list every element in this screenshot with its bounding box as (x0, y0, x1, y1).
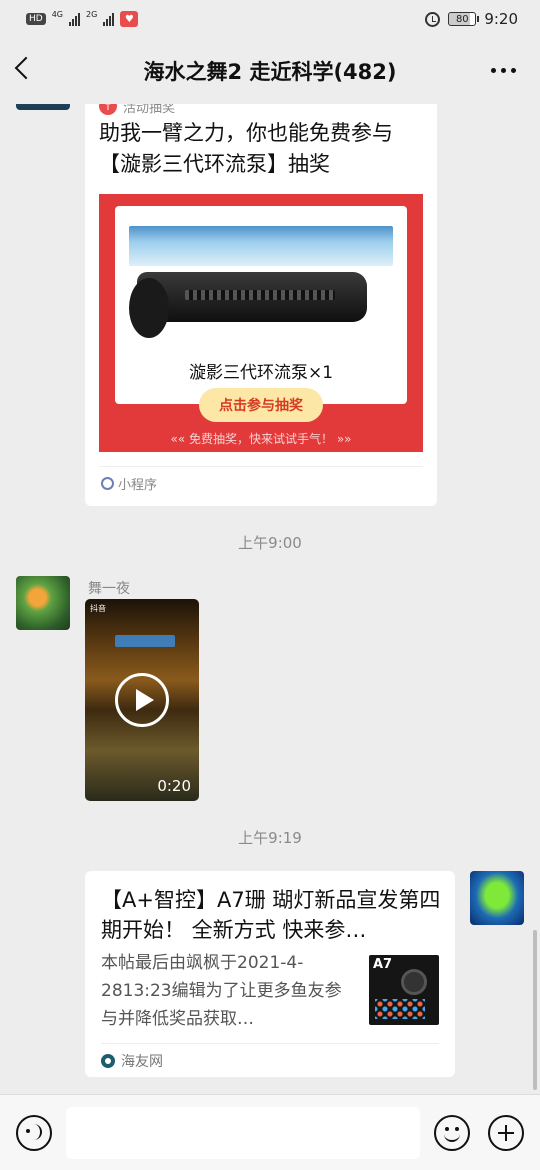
link-title: 【A+智控】A7珊 瑚灯新品宣发第四期开始！ 全新方式 快来参… (101, 888, 441, 942)
link-footer: 海友网 (101, 1051, 163, 1071)
status-left: HD 4G 2G ♥ (26, 10, 139, 27)
mini-program-title: 助我一臂之力，你也能免费参与【漩影三代环流泵】抽奖 (99, 121, 393, 176)
mini-program-source: ↑ 活动抽奖 (99, 104, 175, 118)
my-avatar[interactable] (470, 871, 524, 925)
water-surface-image (129, 226, 393, 266)
alarm-icon (425, 11, 441, 27)
input-bar (0, 1094, 540, 1170)
avatar[interactable] (16, 104, 70, 110)
coral-pattern-image (375, 999, 425, 1019)
more-icon[interactable] (491, 68, 516, 73)
join-lottery-button[interactable]: 点击参与抽奖 (199, 388, 323, 422)
video-duration: 0:20 (157, 777, 191, 795)
pump-grille-image (185, 290, 335, 300)
divider (101, 1043, 439, 1044)
link-thumbnail: A7 (369, 955, 439, 1025)
link-source: 海友网 (121, 1054, 163, 1070)
mini-program-icon (101, 477, 114, 490)
chat-title: 海水之舞2 走近科学(482) (143, 60, 397, 84)
site-logo-icon (101, 1054, 115, 1068)
video-source-tag: 抖音 (90, 604, 106, 613)
mini-program-source-label: 活动抽奖 (123, 104, 176, 116)
chat-header: 海水之舞2 走近科学(482) (0, 38, 540, 104)
timestamp: 上午9:00 (238, 534, 302, 552)
link-card[interactable]: 【A+智控】A7珊 瑚灯新品宣发第四期开始！ 全新方式 快来参… 本帖最后由飒枫… (85, 871, 455, 1077)
timestamp: 上午9:19 (238, 829, 302, 847)
battery-icon: 80 (448, 12, 480, 26)
lottery-logo-icon: ↑ (99, 104, 117, 115)
video-frame-highlight (115, 635, 175, 647)
emoji-icon[interactable] (434, 1115, 470, 1151)
signal-icon (69, 12, 80, 26)
hd-badge: HD (26, 13, 46, 25)
prize-caption: 漩影三代环流泵×1 (188, 363, 334, 383)
network-type-1: 4G (51, 10, 63, 19)
sender-avatar[interactable] (16, 576, 70, 630)
pump-nozzle-image (129, 278, 169, 338)
mini-program-label: 小程序 (118, 478, 158, 493)
clock: 9:20 (484, 10, 518, 28)
scrollbar[interactable] (533, 930, 537, 1090)
promo-image: 漩影三代环流泵×1 点击参与抽奖 «« 免费抽奖，快来试试手气！ »» (99, 194, 423, 452)
signal-icon-2 (103, 12, 115, 26)
thumbnail-label: A7 (373, 957, 393, 972)
voice-icon[interactable] (16, 1115, 52, 1151)
divider (99, 466, 423, 467)
back-icon[interactable] (14, 56, 38, 80)
play-icon[interactable] (115, 673, 169, 727)
plus-icon[interactable] (488, 1115, 524, 1151)
link-description: 本帖最后由飒枫于2021-4-2813:23编辑为了让更多鱼友参与并降低奖品获取… (101, 953, 342, 1029)
network-type-2: 2G (86, 10, 98, 19)
sender-name: 舞一夜 (88, 581, 130, 597)
app-notification-icon: ♥ (120, 11, 139, 27)
message-input[interactable] (66, 1107, 420, 1159)
coral-light-image (401, 969, 427, 995)
video-message[interactable]: 抖音 0:20 (85, 599, 199, 801)
promo-subtitle: «« 免费抽奖，快来试试手气！ »» (170, 432, 352, 446)
status-right: 80 9:20 (425, 10, 518, 28)
promo-panel: 漩影三代环流泵×1 (115, 206, 407, 404)
chat-message-list[interactable]: ↑ 活动抽奖 助我一臂之力，你也能免费参与【漩影三代环流泵】抽奖 漩影三代环流泵… (0, 104, 540, 1094)
status-bar: HD 4G 2G ♥ 80 9:20 (0, 0, 540, 38)
mini-program-card[interactable]: ↑ 活动抽奖 助我一臂之力，你也能免费参与【漩影三代环流泵】抽奖 漩影三代环流泵… (85, 104, 437, 506)
mini-program-footer: 小程序 (101, 474, 157, 493)
